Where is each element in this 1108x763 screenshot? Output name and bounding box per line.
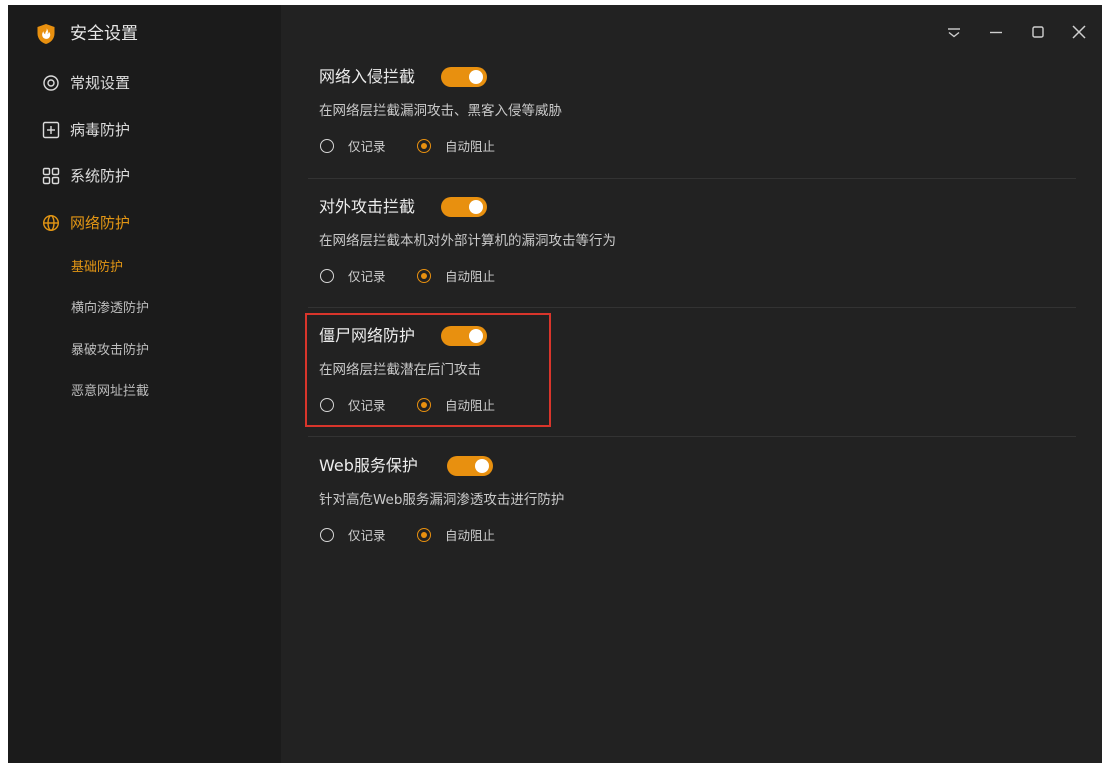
radio-label: 仅记录 (348, 398, 386, 413)
toggle-knob (475, 459, 489, 473)
gear-icon (43, 75, 59, 91)
dropdown-icon[interactable] (942, 20, 966, 44)
radio-circle (417, 269, 431, 283)
section-description: 在网络层拦截本机对外部计算机的漏洞攻击等行为 (319, 233, 616, 249)
maximize-icon[interactable] (1026, 20, 1050, 44)
radio-circle (320, 139, 334, 153)
close-icon[interactable] (1067, 20, 1091, 44)
section-divider (308, 307, 1076, 308)
section-title: 对外攻击拦截 (319, 197, 416, 216)
radio-label: 自动阻止 (445, 398, 496, 413)
sidebar: 安全设置 常规设置 病毒防护 系统防护 网络防护 基础防护 横向渗透防护 暴破攻… (8, 5, 281, 763)
radio-label: 仅记录 (348, 269, 386, 284)
sidebar-item-network-protection[interactable]: 网络防护 (8, 208, 281, 238)
radio-circle (417, 398, 431, 412)
radio-label: 自动阻止 (445, 139, 496, 154)
botnet-protection-toggle[interactable] (441, 326, 487, 346)
toggle-knob (469, 200, 483, 214)
sidebar-item-virus-protection[interactable]: 病毒防护 (8, 115, 281, 145)
radio-label: 自动阻止 (445, 269, 496, 284)
sidebar-subitem-malicious-url[interactable]: 恶意网址拦截 (8, 379, 281, 405)
sidebar-subitem-label: 暴破攻击防护 (71, 343, 150, 358)
web-service-toggle[interactable] (447, 456, 493, 476)
sidebar-item-system-protection[interactable]: 系统防护 (8, 161, 281, 191)
radio-circle (320, 269, 334, 283)
minimize-icon[interactable] (984, 20, 1008, 44)
section-description: 在网络层拦截漏洞攻击、黑客入侵等威胁 (319, 103, 562, 119)
sidebar-subitem-lateral-movement[interactable]: 横向渗透防护 (8, 296, 281, 322)
plus-square-icon (42, 121, 60, 139)
main-panel: 网络入侵拦截 在网络层拦截漏洞攻击、黑客入侵等威胁 仅记录 自动阻止 对外攻击拦… (281, 5, 1102, 763)
section-divider (308, 436, 1076, 437)
radio-circle (417, 139, 431, 153)
sidebar-subitem-label: 横向渗透防护 (71, 301, 150, 316)
grid-icon (42, 167, 60, 185)
toggle-knob (469, 329, 483, 343)
sidebar-item-label: 病毒防护 (70, 121, 131, 139)
radio-circle (320, 528, 334, 542)
shield-logo-icon (37, 24, 55, 44)
sidebar-subitem-label: 基础防护 (71, 260, 124, 275)
sidebar-item-label: 网络防护 (70, 214, 131, 232)
radio-circle (320, 398, 334, 412)
sidebar-item-general-settings[interactable]: 常规设置 (8, 68, 281, 98)
section-title: 僵尸网络防护 (319, 326, 416, 345)
section-network-intrusion: 网络入侵拦截 在网络层拦截漏洞攻击、黑客入侵等威胁 仅记录 自动阻止 (281, 65, 1102, 193)
section-description: 在网络层拦截潜在后门攻击 (319, 362, 481, 378)
section-title: Web服务保护 (319, 456, 418, 475)
security-settings-window: 安全设置 常规设置 病毒防护 系统防护 网络防护 基础防护 横向渗透防护 暴破攻… (8, 5, 1102, 763)
section-outbound-attack: 对外攻击拦截 在网络层拦截本机对外部计算机的漏洞攻击等行为 仅记录 自动阻止 (281, 195, 1102, 323)
section-divider (308, 178, 1076, 179)
sidebar-subitem-basic-protection[interactable]: 基础防护 (8, 255, 281, 281)
section-description: 针对高危Web服务漏洞渗透攻击进行防护 (319, 492, 565, 508)
sidebar-item-label: 系统防护 (70, 167, 131, 185)
sidebar-item-label: 常规设置 (70, 74, 131, 92)
section-web-service-protection: Web服务保护 针对高危Web服务漏洞渗透攻击进行防护 仅记录 自动阻止 (281, 454, 1102, 582)
outbound-attack-toggle[interactable] (441, 197, 487, 217)
sidebar-subitem-brute-force[interactable]: 暴破攻击防护 (8, 338, 281, 364)
radio-label: 仅记录 (348, 528, 386, 543)
app-title: 安全设置 (70, 24, 138, 44)
toggle-knob (469, 70, 483, 84)
sidebar-subitem-label: 恶意网址拦截 (71, 384, 150, 399)
radio-label: 自动阻止 (445, 528, 496, 543)
section-botnet-protection: 僵尸网络防护 在网络层拦截潜在后门攻击 仅记录 自动阻止 (281, 324, 1102, 452)
section-title: 网络入侵拦截 (319, 67, 416, 86)
network-intrusion-toggle[interactable] (441, 67, 487, 87)
radio-label: 仅记录 (348, 139, 386, 154)
radio-circle (417, 528, 431, 542)
globe-icon (42, 214, 60, 232)
